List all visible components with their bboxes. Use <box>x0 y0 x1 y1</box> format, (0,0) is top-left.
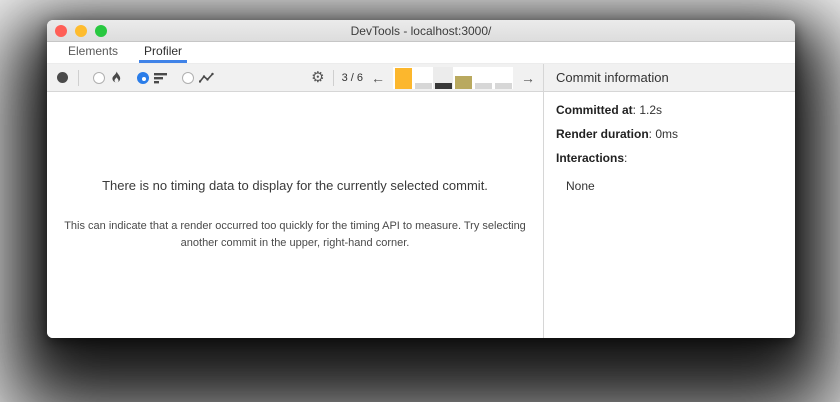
window-title: DevTools - localhost:3000/ <box>350 23 492 38</box>
commit-info-header: Commit information <box>544 64 795 92</box>
no-timing-data-subtitle: This can indicate that a render occurred… <box>64 220 526 249</box>
traffic-lights <box>55 25 107 37</box>
tab-elements[interactable]: Elements <box>63 42 123 63</box>
commit-info-body: Committed at: 1.2s Render duration: 0ms … <box>544 92 795 338</box>
minimize-window-button[interactable] <box>75 25 87 37</box>
screen: DevTools - localhost:3000/ Elements Prof… <box>0 0 840 402</box>
profiler-main-area: There is no timing data to display for t… <box>47 92 543 338</box>
ranked-radio[interactable] <box>137 71 149 84</box>
commit-bar[interactable] <box>433 66 453 89</box>
profiler-toolbar: ⚙ 3 / 6 ← → <box>47 64 543 92</box>
ranked-chart-icon <box>154 72 168 84</box>
tab-profiler[interactable]: Profiler <box>139 42 188 63</box>
interactions-label: Interactions <box>556 151 625 165</box>
commit-bar[interactable] <box>413 67 433 89</box>
committed-at-label: Committed at <box>556 103 633 117</box>
commit-selector[interactable] <box>393 66 513 89</box>
commit-bar[interactable] <box>473 67 493 89</box>
committed-at-value: : 1.2s <box>632 103 663 117</box>
commit-bar[interactable] <box>393 67 413 89</box>
render-duration-label: Render duration <box>556 127 649 141</box>
render-duration-field: Render duration: 0ms <box>556 127 783 141</box>
view-interactions[interactable] <box>182 71 214 84</box>
flame-icon <box>110 71 123 84</box>
tab-profiler-label: Profiler <box>144 44 183 58</box>
titlebar: DevTools - localhost:3000/ <box>47 20 795 42</box>
prev-commit-arrow[interactable]: ← <box>371 71 385 85</box>
close-window-button[interactable] <box>55 25 67 37</box>
flamegraph-radio[interactable] <box>93 71 105 84</box>
committed-at-field: Committed at: 1.2s <box>556 103 783 117</box>
toolbar-divider <box>78 69 79 86</box>
tab-elements-label: Elements <box>68 44 119 58</box>
profiler-pane: ⚙ 3 / 6 ← → There is no timing data to d… <box>47 64 543 338</box>
interactions-colon: : <box>624 151 628 165</box>
interactions-none-value: None <box>566 179 595 193</box>
interactions-radio[interactable] <box>182 71 194 84</box>
commit-bar[interactable] <box>453 67 473 89</box>
view-flamegraph[interactable] <box>93 71 123 84</box>
line-chart-icon <box>199 72 214 84</box>
commit-counter: 3 / 6 <box>341 71 363 84</box>
tab-bar: Elements Profiler <box>47 42 795 64</box>
commit-bar[interactable] <box>493 67 513 89</box>
devtools-window: DevTools - localhost:3000/ Elements Prof… <box>47 20 795 338</box>
interactions-field: Interactions: <box>556 151 783 165</box>
commit-info-pane: Commit information Committed at: 1.2s Re… <box>543 64 795 338</box>
next-commit-arrow[interactable]: → <box>521 71 535 85</box>
settings-gear-icon[interactable]: ⚙ <box>311 70 324 85</box>
zoom-window-button[interactable] <box>95 25 107 37</box>
toolbar-divider <box>332 69 334 86</box>
no-timing-data-title: There is no timing data to display for t… <box>102 178 488 193</box>
render-duration-value: : 0ms <box>648 127 679 141</box>
record-button[interactable] <box>57 72 68 83</box>
view-ranked[interactable] <box>137 71 168 84</box>
